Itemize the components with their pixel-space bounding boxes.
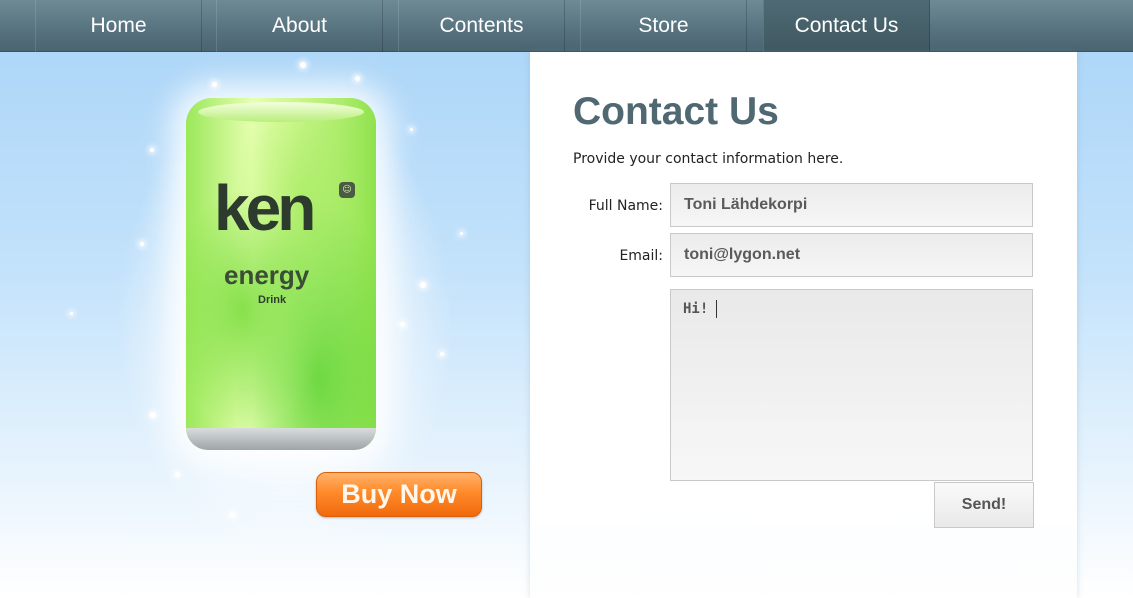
message-textarea[interactable]: Hi! xyxy=(670,289,1033,481)
sparkle-dot xyxy=(440,352,444,356)
contact-panel: Contact Us Provide your contact informat… xyxy=(530,52,1077,598)
sparkle-dot xyxy=(400,322,405,327)
sparkle-dot xyxy=(460,232,463,235)
can-product-sub: Drink xyxy=(258,294,287,306)
page-title: Contact Us xyxy=(573,90,779,133)
nav-store[interactable]: Store xyxy=(580,0,747,52)
can-bottom xyxy=(186,428,376,450)
sparkle-dot xyxy=(300,62,306,68)
sparkle-dot xyxy=(150,148,154,152)
nav-about[interactable]: About xyxy=(216,0,383,52)
message-text: Hi! xyxy=(683,301,709,317)
nav-contact-us[interactable]: Contact Us xyxy=(763,0,930,52)
contact-intro: Provide your contact information here. xyxy=(573,151,844,167)
sparkle-dot xyxy=(230,512,235,517)
full-name-field[interactable]: Toni Lähdekorpi xyxy=(670,183,1033,227)
can-top xyxy=(198,102,364,122)
sparkle-dot xyxy=(420,282,426,288)
nav-contact-us-label: Contact Us xyxy=(794,14,899,37)
sparkle-dot xyxy=(150,412,156,418)
can-product-name: energy xyxy=(224,260,310,290)
sparkle-dot xyxy=(355,76,360,81)
can-brand-logo: ken xyxy=(214,172,316,244)
buy-now-button[interactable]: Buy Now xyxy=(316,472,482,517)
energy-drink-can: ken ☺ energy Drink xyxy=(186,98,376,450)
full-name-label: Full Name: xyxy=(588,198,663,214)
nav-contents-label: Contents xyxy=(439,14,524,37)
sparkle-dot xyxy=(140,242,144,246)
sparkle-dot xyxy=(410,128,413,131)
text-caret xyxy=(716,300,718,318)
nav-home-label: Home xyxy=(90,14,147,37)
send-button[interactable]: Send! xyxy=(934,482,1034,528)
nav-contents[interactable]: Contents xyxy=(398,0,565,52)
main-nav: Home About Contents Store Contact Us xyxy=(0,0,1133,52)
email-label: Email: xyxy=(619,248,663,264)
email-field[interactable]: toni@lygon.net xyxy=(670,233,1033,277)
can-badge-icon: ☺ xyxy=(339,182,355,198)
sparkle-dot xyxy=(212,82,217,87)
sparkle-dot xyxy=(175,472,180,477)
nav-home[interactable]: Home xyxy=(35,0,202,52)
nav-store-label: Store xyxy=(638,14,689,37)
nav-about-label: About xyxy=(272,14,327,37)
sparkle-dot xyxy=(70,312,73,315)
